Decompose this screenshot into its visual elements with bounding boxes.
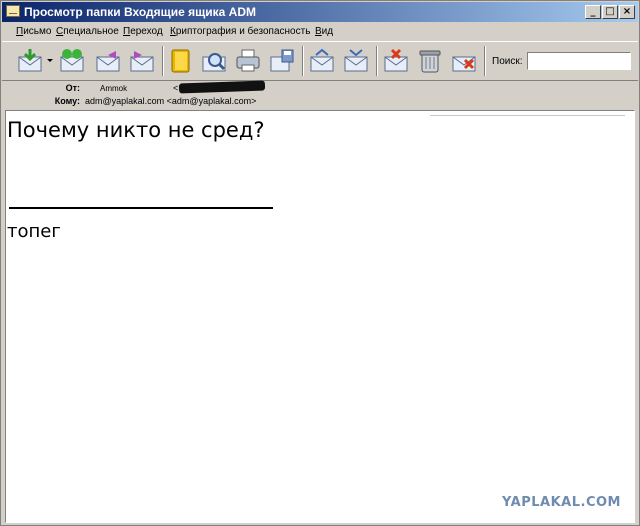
horizontal-rule: [9, 207, 273, 209]
message-heading: Почему никто не сред?: [7, 118, 265, 142]
watermark: YAPLAKAL.COM: [502, 495, 621, 510]
message-body[interactable]: Почему никто не сред? топег YAPLAKAL.COM: [5, 110, 635, 523]
forward-icon[interactable]: [128, 47, 156, 75]
window-title: Просмотр папки Входящие ящика ADM: [24, 5, 257, 19]
get-mail-icon[interactable]: [16, 47, 44, 75]
maximize-button[interactable]: □: [602, 5, 618, 19]
save-icon[interactable]: [268, 47, 296, 75]
toolbar-separator: [484, 46, 486, 76]
to-label: Кому:: [54, 96, 80, 106]
mail-window: Просмотр папки Входящие ящика ADM _ □ × …: [0, 0, 640, 526]
search-label: Поиск:: [492, 56, 523, 67]
minimize-button[interactable]: _: [585, 5, 601, 19]
title-bar[interactable]: Просмотр папки Входящие ящика ADM _ □ ×: [2, 2, 638, 22]
menu-bar: Письмо Специальное Переход Криптография …: [2, 23, 638, 41]
write-icon[interactable]: [58, 47, 86, 75]
message-text: топег: [7, 221, 61, 242]
to-address[interactable]: adm@yaplakal.com <adm@yaplakal.com>: [85, 96, 256, 106]
from-address[interactable]: <: [173, 83, 178, 93]
menu-letter[interactable]: Письмо: [16, 26, 51, 37]
find-icon[interactable]: [200, 47, 228, 75]
message-headers: От: Ammok < Кому: adm@yaplakal.com <adm@…: [2, 80, 638, 110]
toolbar-separator: [162, 46, 164, 76]
menu-crypto[interactable]: Криптография и безопасность: [170, 26, 310, 37]
search-input[interactable]: [527, 52, 631, 70]
from-label: От:: [65, 83, 80, 93]
menu-go[interactable]: Переход: [123, 26, 163, 37]
junk-icon[interactable]: [382, 47, 410, 75]
envelope-icon: [6, 5, 20, 17]
divider: [430, 115, 625, 116]
delete-icon[interactable]: [450, 47, 478, 75]
redaction-mark: [178, 80, 266, 94]
toolbar-separator: [376, 46, 378, 76]
previous-icon[interactable]: [308, 47, 336, 75]
address-book-icon[interactable]: [166, 47, 194, 75]
close-button[interactable]: ×: [619, 5, 635, 19]
chevron-down-icon[interactable]: [47, 59, 53, 62]
menu-view[interactable]: Вид: [315, 26, 333, 37]
toolbar-separator: [302, 46, 304, 76]
print-icon[interactable]: [234, 47, 262, 75]
trash-icon[interactable]: [416, 47, 444, 75]
menu-special[interactable]: Специальное: [56, 26, 119, 37]
toolbar: Поиск:: [2, 41, 638, 81]
reply-icon[interactable]: [94, 47, 122, 75]
from-name[interactable]: Ammok: [100, 84, 127, 93]
next-icon[interactable]: [342, 47, 370, 75]
